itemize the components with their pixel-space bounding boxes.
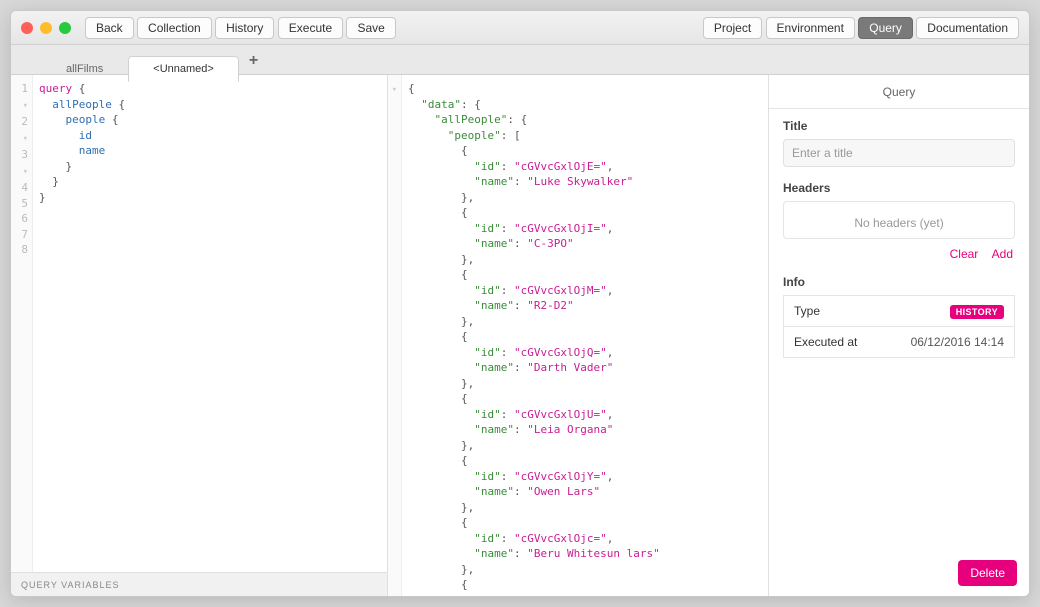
left-toolbar: Back Collection History Execute Save [85,17,396,39]
delete-button[interactable]: Delete [958,560,1017,586]
minimize-icon[interactable] [40,22,52,34]
results-pane: ▾ { "data": { "allPeople": { "people": [… [388,75,769,596]
info-executed-value: 06/12/2016 14:14 [881,327,1014,358]
info-executed-label: Executed at [784,327,882,358]
environment-button[interactable]: Environment [766,17,855,39]
info-type-label: Type [784,296,882,327]
documentation-button[interactable]: Documentation [916,17,1019,39]
editor-gutter: 1 ▾ 2 ▾ 3 ▾ 4 5 6 7 8 [11,75,33,572]
save-button[interactable]: Save [346,17,395,39]
traffic-lights [21,22,71,34]
history-badge: HISTORY [950,305,1004,319]
add-tab-button[interactable]: + [239,48,268,74]
history-button[interactable]: History [215,17,274,39]
zoom-icon[interactable] [59,22,71,34]
collection-button[interactable]: Collection [137,17,212,39]
close-icon[interactable] [21,22,33,34]
query-button[interactable]: Query [858,17,913,39]
headers-section-label: Headers [783,181,1015,195]
results-viewer[interactable]: { "data": { "allPeople": { "people": [ {… [402,75,768,596]
right-toolbar: Project Environment Query Documentation [703,17,1019,39]
execute-button[interactable]: Execute [278,17,343,39]
back-button[interactable]: Back [85,17,134,39]
query-editor-pane: 1 ▾ 2 ▾ 3 ▾ 4 5 6 7 8 query { allPeople … [11,75,388,596]
main-area: 1 ▾ 2 ▾ 3 ▾ 4 5 6 7 8 query { allPeople … [11,75,1029,596]
results-gutter: ▾ [388,75,402,596]
query-editor[interactable]: query { allPeople { people { id name } }… [33,75,387,572]
tab-bar: allFilms<Unnamed> + [11,45,1029,75]
title-input[interactable] [783,139,1015,167]
inspector-pane: Query Title Headers No headers (yet) Cle… [769,75,1029,596]
inspector-header: Query [769,75,1029,109]
headers-add-link[interactable]: Add [992,247,1013,261]
app-window: Back Collection History Execute Save Pro… [10,10,1030,597]
title-section-label: Title [783,119,1015,133]
headers-clear-link[interactable]: Clear [950,247,979,261]
titlebar: Back Collection History Execute Save Pro… [11,11,1029,45]
info-table: Type HISTORY Executed at 06/12/2016 14:1… [783,295,1015,358]
headers-empty-state: No headers (yet) [783,201,1015,239]
query-variables-toggle[interactable]: QUERY VARIABLES [11,572,387,596]
project-button[interactable]: Project [703,17,762,39]
info-section-label: Info [783,275,1015,289]
